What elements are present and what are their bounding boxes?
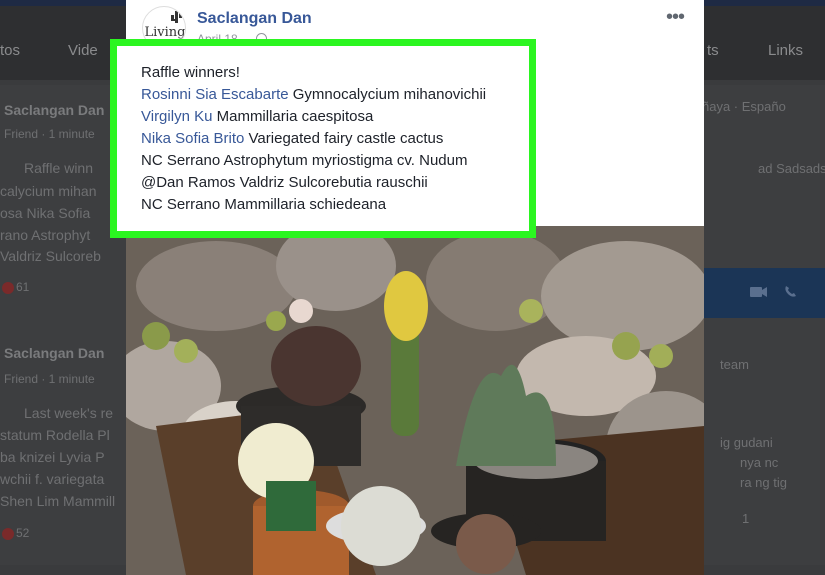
- nav-item-links[interactable]: Links: [768, 42, 803, 59]
- reaction-icon: [2, 282, 14, 294]
- mention-link[interactable]: Nika Sofia Brito: [141, 130, 244, 147]
- right-sidebar-card: ñaya · Españo ad Sadsadsa team ig gudani…: [700, 85, 825, 565]
- left-post-author[interactable]: Saclangan Dan: [4, 102, 104, 118]
- left-post-line: rano Astrophyt: [0, 227, 91, 243]
- chat-call-icons: [750, 286, 796, 297]
- post-text-segment: Mammillaria caespitosa: [212, 108, 374, 125]
- post-text-line: NC Serrano Mammillaria schiedeana: [141, 194, 486, 216]
- nav-item-photos[interactable]: tos: [0, 42, 20, 59]
- left-post-line: Shen Lim Mammill: [0, 493, 116, 509]
- post-text-segment: NC Serrano Astrophytum myriostigma cv. N…: [141, 152, 468, 169]
- chat-bar[interactable]: [700, 268, 825, 318]
- cactus-photo[interactable]: [126, 226, 704, 575]
- left-post-meta: Friend · 1 minute: [4, 127, 95, 141]
- left-post-line: Last week's re: [24, 405, 114, 421]
- reaction-count: 61: [16, 280, 30, 294]
- post-text: Raffle winners! Rosinni Sia Escabarte Gym…: [141, 62, 486, 216]
- cactus-logo-icon: [171, 11, 182, 23]
- sidebar-line: ra ng tig: [740, 475, 787, 490]
- nav-item-videos[interactable]: Vide: [68, 42, 98, 59]
- post-text-segment: @Dan Ramos Valdriz Sulcorebutia rauschii: [141, 174, 428, 191]
- sidebar-line: nya nc: [740, 455, 779, 470]
- language-links[interactable]: ñaya · Españo: [702, 99, 786, 114]
- left-post-line: calycium mihan: [0, 183, 97, 199]
- left-post-author[interactable]: Saclangan Dan: [4, 345, 104, 361]
- avatar-label: Living: [144, 25, 186, 40]
- sidebar-line: ad Sadsadsa: [758, 161, 825, 176]
- post-text-line: NC Serrano Astrophytum myriostigma cv. N…: [141, 150, 486, 172]
- left-post-line: osa Nika Sofia: [0, 205, 91, 221]
- nav-item-posts[interactable]: ts: [707, 42, 719, 59]
- left-post-line: wchii f. variegata: [0, 471, 105, 487]
- post-text-line: Rosinni Sia Escabarte Gymnocalycium miha…: [141, 84, 486, 106]
- sidebar-line: ig gudani: [720, 435, 773, 450]
- post-text-line: Nika Sofia Brito Variegated fairy castle…: [141, 128, 486, 150]
- post-text-line: Raffle winners!: [141, 62, 486, 84]
- reaction-count: 52: [16, 526, 30, 540]
- mention-link[interactable]: Virgilyn Ku: [141, 108, 212, 125]
- post-author-name[interactable]: Saclangan Dan: [197, 10, 312, 28]
- post-text-segment: NC Serrano Mammillaria schiedeana: [141, 196, 387, 213]
- post-text-line: @Dan Ramos Valdriz Sulcorebutia rauschii: [141, 172, 486, 194]
- left-post-line: ba knizei Lyvia P: [0, 449, 105, 465]
- reaction-icon: [2, 528, 14, 540]
- left-post-line: statum Rodella Pl: [0, 427, 110, 443]
- mention-link[interactable]: Rosinni Sia Escabarte: [141, 86, 289, 103]
- reaction-count: 1: [742, 511, 750, 526]
- left-post-line: Valdriz Sulcoreb: [0, 248, 101, 264]
- post-text-segment: Gymnocalycium mihanovichii: [288, 86, 487, 103]
- left-post-line: Raffle winn: [24, 160, 94, 176]
- post-text-segment: Raffle winners!: [141, 64, 240, 81]
- more-options-button[interactable]: •••: [666, 6, 685, 29]
- left-post-meta: Friend · 1 minute: [4, 372, 95, 386]
- post-text-segment: Variegated fairy castle cactus: [244, 130, 444, 147]
- sidebar-line: team: [720, 357, 749, 372]
- post-text-line: Virgilyn Ku Mammillaria caespitosa: [141, 106, 486, 128]
